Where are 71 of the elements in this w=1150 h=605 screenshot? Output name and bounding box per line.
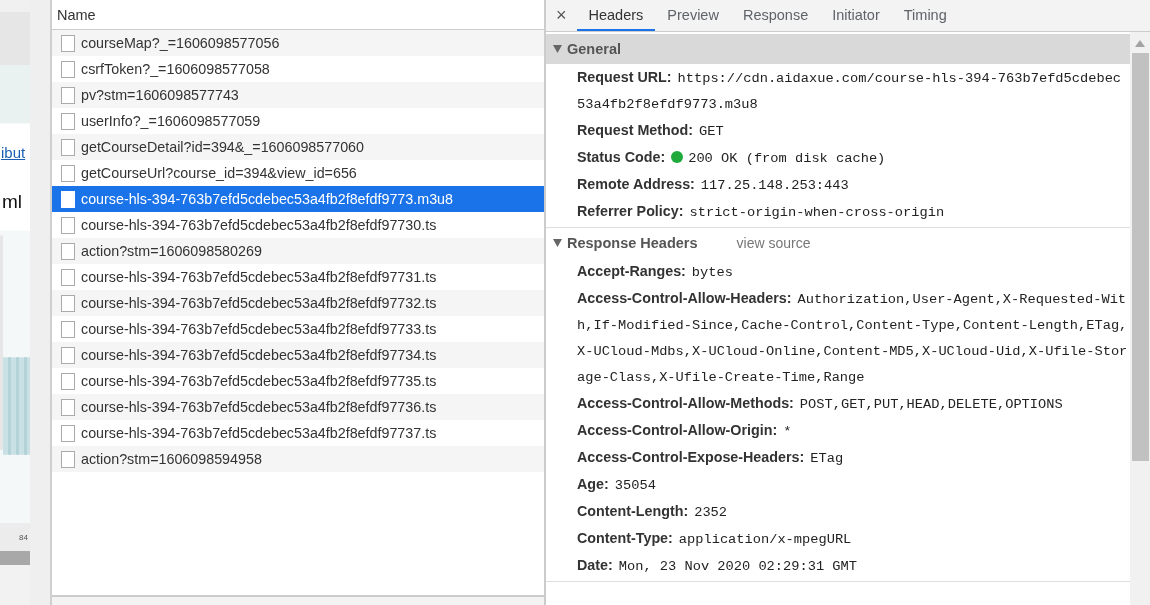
zoom-level: 84 xyxy=(19,532,28,542)
header-line: Access-Control-Allow-Methods: POST,GET,PUT,HEAD,DELETE,OPTIONS xyxy=(576,394,1064,414)
header-value: 200 OK (from disk cache) xyxy=(688,151,886,166)
scroll-up-icon[interactable] xyxy=(1135,40,1145,47)
request-row[interactable]: course-hls-394-763b7efd5cdebec53a4fb2f8efdf97730.ts xyxy=(52,212,544,238)
header-line: Content-Length: 2352 xyxy=(576,502,729,522)
file-icon xyxy=(61,294,75,312)
file-icon xyxy=(61,450,75,468)
browser-scrollbar xyxy=(0,551,30,565)
request-row[interactable]: userInfo?_=1606098577059 xyxy=(52,108,544,134)
file-icon xyxy=(61,34,75,52)
tab[interactable]: Timing xyxy=(891,0,959,31)
page-footer xyxy=(0,565,30,605)
file-icon xyxy=(61,398,75,416)
file-icon xyxy=(61,138,75,156)
expand-triangle-icon[interactable] xyxy=(553,239,562,247)
request-row[interactable]: course-hls-394-763b7efd5cdebec53a4fb2f8efdf97735.ts xyxy=(52,368,544,394)
header-line: Date: Mon, 23 Nov 2020 02:29:31 GMT xyxy=(576,556,858,576)
file-icon xyxy=(61,320,75,338)
scrollbar[interactable] xyxy=(1130,32,1150,605)
file-icon xyxy=(61,112,75,130)
file-icon xyxy=(61,372,75,390)
file-icon xyxy=(61,346,75,364)
header-line: Access-Control-Allow-Origin: * xyxy=(576,421,793,441)
file-icon xyxy=(61,190,75,208)
status-dot-icon xyxy=(671,151,684,163)
request-row[interactable]: getCourseDetail?id=394&_=1606098577060 xyxy=(52,134,544,160)
file-icon xyxy=(61,242,75,260)
request-row[interactable]: course-hls-394-763b7efd5cdebec53a4fb2f8efdf97736.ts xyxy=(52,394,544,420)
request-row[interactable]: action?stm=1606098594958 xyxy=(52,446,544,472)
request-row[interactable]: course-hls-394-763b7efd5cdebec53a4fb2f8efdf97737.ts xyxy=(52,420,544,446)
header-line: Access-Control-Expose-Headers: ETag xyxy=(576,448,845,468)
header-line: Age: 35054 xyxy=(576,475,657,495)
file-icon xyxy=(61,216,75,234)
request-row[interactable]: course-hls-394-763b7efd5cdebec53a4fb2f8efdf97733.ts xyxy=(52,316,544,342)
tab[interactable]: Response xyxy=(730,0,821,31)
scrollbar-thumb[interactable] xyxy=(1131,53,1149,461)
header-name: Status Code: xyxy=(577,149,666,165)
request-row[interactable]: action?stm=1606098580269 xyxy=(52,238,544,264)
file-icon xyxy=(61,424,75,442)
request-row[interactable]: courseMap?_=1606098577056 xyxy=(52,30,544,56)
view-source-link[interactable]: view source xyxy=(736,235,811,251)
header-line: Remote Address: 117.25.148.253:443 xyxy=(576,175,850,195)
close-button[interactable]: × xyxy=(546,0,577,31)
page-text: ml xyxy=(2,191,23,213)
section-header[interactable]: General xyxy=(546,34,1130,64)
request-row[interactable]: pv?stm=1606098577743 xyxy=(52,82,544,108)
panel-splitter[interactable] xyxy=(30,0,52,605)
file-icon xyxy=(61,164,75,182)
request-row[interactable]: course-hls-394-763b7efd5cdebec53a4fb2f8efdf97734.ts xyxy=(52,342,544,368)
header-line: Accept-Ranges: bytes xyxy=(576,262,734,282)
tab[interactable]: Preview xyxy=(655,0,731,31)
section-header[interactable]: Response Headers view source xyxy=(546,228,1130,258)
request-row[interactable]: course-hls-394-763b7efd5cdebec53a4fb2f8efdf97731.ts xyxy=(52,264,544,290)
request-row[interactable]: getCourseUrl?course_id=394&view_id=656 xyxy=(52,160,544,186)
header-line: Request Method: GET xyxy=(576,121,725,141)
expand-triangle-icon[interactable] xyxy=(553,45,562,53)
header-line: Request URL: https://cdn.aidaxue.com/course-hls-394-763b7efd5cdebec53a4fb2f8efdf9773.m3u8 xyxy=(576,68,1123,114)
request-row[interactable]: csrfToken?_=1606098577058 xyxy=(52,56,544,82)
file-icon xyxy=(61,60,75,78)
tab[interactable]: Initiator xyxy=(820,0,892,31)
header-line: Content-Type: application/x-mpegURL xyxy=(576,529,853,549)
tab[interactable]: Headers xyxy=(576,0,656,31)
file-icon xyxy=(61,268,75,286)
page-link[interactable]: ibut xyxy=(1,144,26,161)
request-row[interactable]: course-hls-394-763b7efd5cdebec53a4fb2f8efdf9773.m3u8 xyxy=(52,186,544,212)
file-icon xyxy=(61,86,75,104)
header-line: Access-Control-Allow-Headers: Authorization,User-Agent,X-Requested-With,If-Modified-Since,Cache-Control,Content-Type,Content-Length,ETag,X-UCloud-Mdbs,X-UCloud-Online,Content-MD5,X-UCloud-Uid,X-Ufile-Storage-Class,X-Ufile-Create-Time,Range xyxy=(576,289,1129,387)
header-line: Referrer Policy: strict-origin-when-cross-origin xyxy=(576,202,946,222)
request-row[interactable]: course-hls-394-763b7efd5cdebec53a4fb2f8efdf97732.ts xyxy=(52,290,544,316)
column-header[interactable]: Name xyxy=(57,6,96,23)
